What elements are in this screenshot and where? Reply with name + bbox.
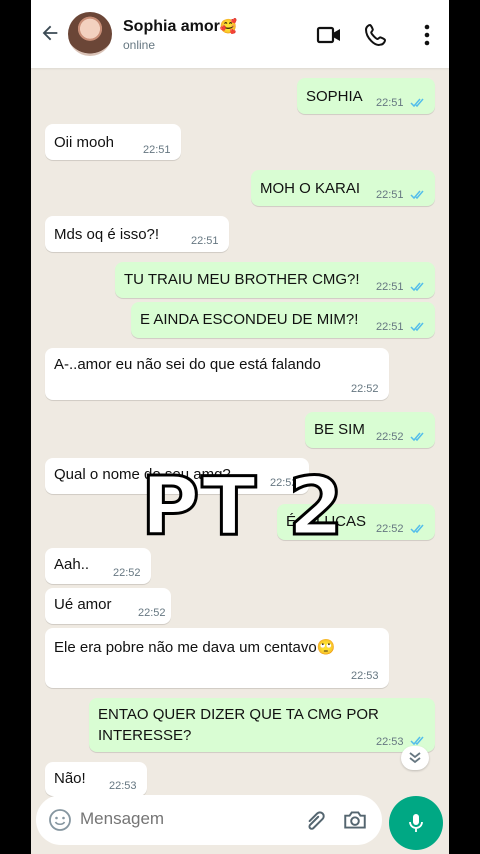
message-time: 22:52 [113, 567, 141, 579]
contact-name[interactable]: Sophia amor🥰 [123, 18, 237, 36]
message-composer [36, 795, 382, 845]
message-text: ENTAO QUER DIZER QUE TA CMG POR [98, 706, 379, 723]
message-input[interactable] [80, 809, 260, 829]
message-bubble[interactable]: SOPHIA 22:51 [297, 78, 435, 114]
video-call-icon[interactable] [316, 22, 342, 48]
message-time: 22:52 [138, 607, 166, 619]
part-2-overlay-caption: PT 2 [140, 459, 346, 555]
voice-call-icon[interactable] [364, 22, 390, 48]
contact-status: online [123, 38, 156, 52]
message-text: E AINDA ESCONDEU DE MIM?! [140, 311, 359, 328]
read-receipt-icon [410, 524, 424, 534]
message-time: 22:53 [351, 670, 379, 682]
back-arrow-icon[interactable] [39, 22, 61, 44]
message-time: 22:52 [351, 383, 379, 395]
message-bubble[interactable]: TU TRAIU MEU BROTHER CMG?! 22:51 [115, 262, 435, 298]
more-options-icon[interactable] [414, 22, 440, 48]
message-time: 22:51 [143, 144, 171, 156]
message-text: Não! [54, 770, 86, 787]
message-bubble[interactable]: Mds oq é isso?! 22:51 [45, 216, 229, 252]
message-text-line-2: INTERESSE? [98, 727, 192, 744]
chat-screen: Sophia amor🥰 online SOPHIA 22:51 Oii moo… [31, 0, 449, 854]
message-time: 22:53 [376, 736, 404, 748]
microphone-icon [409, 814, 423, 832]
camera-icon[interactable] [342, 807, 368, 833]
attachment-clip-icon[interactable] [302, 807, 328, 833]
read-receipt-icon [410, 432, 424, 442]
double-chevron-down-icon [409, 752, 421, 764]
message-bubble[interactable]: MOH O KARAI 22:51 [251, 170, 435, 206]
emoji-icon[interactable] [48, 808, 72, 832]
heart-face-emoji-icon: 🥰 [219, 18, 238, 34]
read-receipt-icon [410, 322, 424, 332]
message-list[interactable]: SOPHIA 22:51 Oii mooh 22:51 MOH O KARAI … [31, 68, 449, 796]
message-bubble[interactable]: A-..amor eu não sei do que está falando … [45, 348, 389, 400]
read-receipt-icon [410, 736, 424, 746]
message-time: 22:51 [376, 321, 404, 333]
message-text: TU TRAIU MEU BROTHER CMG?! [124, 271, 360, 288]
message-bubble[interactable]: E AINDA ESCONDEU DE MIM?! 22:51 [131, 302, 435, 338]
message-text: SOPHIA [306, 88, 363, 105]
message-time: 22:52 [376, 523, 404, 535]
message-text: Mds oq é isso?! [54, 226, 160, 243]
message-bubble[interactable]: BE SIM 22:52 [305, 412, 435, 448]
message-text: Ele era pobre não me dava um centavo🙄 [54, 639, 336, 656]
message-bubble[interactable]: Aah.. 22:52 [45, 548, 151, 584]
message-text: BE SIM [314, 421, 365, 438]
message-text: Aah.. [54, 556, 90, 573]
eye-roll-emoji-icon: 🙄 [316, 639, 336, 656]
message-text: Ué amor [54, 596, 112, 613]
message-bubble[interactable]: Não! 22:53 [45, 762, 147, 796]
message-time: 22:52 [376, 431, 404, 443]
read-receipt-icon [410, 98, 424, 108]
read-receipt-icon [410, 190, 424, 200]
read-receipt-icon [410, 282, 424, 292]
message-bubble[interactable]: ENTAO QUER DIZER QUE TA CMG POR INTERESS… [89, 698, 435, 752]
message-text: A-..amor eu não sei do que está falando [54, 356, 321, 373]
scroll-to-bottom-button[interactable] [401, 746, 429, 770]
message-text: Oii mooh [54, 134, 115, 151]
message-bubble[interactable]: Ele era pobre não me dava um centavo🙄 22… [45, 628, 389, 688]
chat-header: Sophia amor🥰 online [31, 0, 449, 68]
message-time: 22:53 [109, 780, 137, 792]
message-bubble[interactable]: Oii mooh 22:51 [45, 124, 181, 160]
message-time: 22:51 [376, 281, 404, 293]
message-text: MOH O KARAI [260, 180, 361, 197]
message-time: 22:51 [376, 97, 404, 109]
message-bubble[interactable]: Ué amor 22:52 [45, 588, 171, 624]
message-time: 22:51 [376, 189, 404, 201]
voice-message-button[interactable] [389, 796, 443, 850]
contact-avatar[interactable] [68, 12, 112, 56]
message-time: 22:51 [191, 235, 219, 247]
